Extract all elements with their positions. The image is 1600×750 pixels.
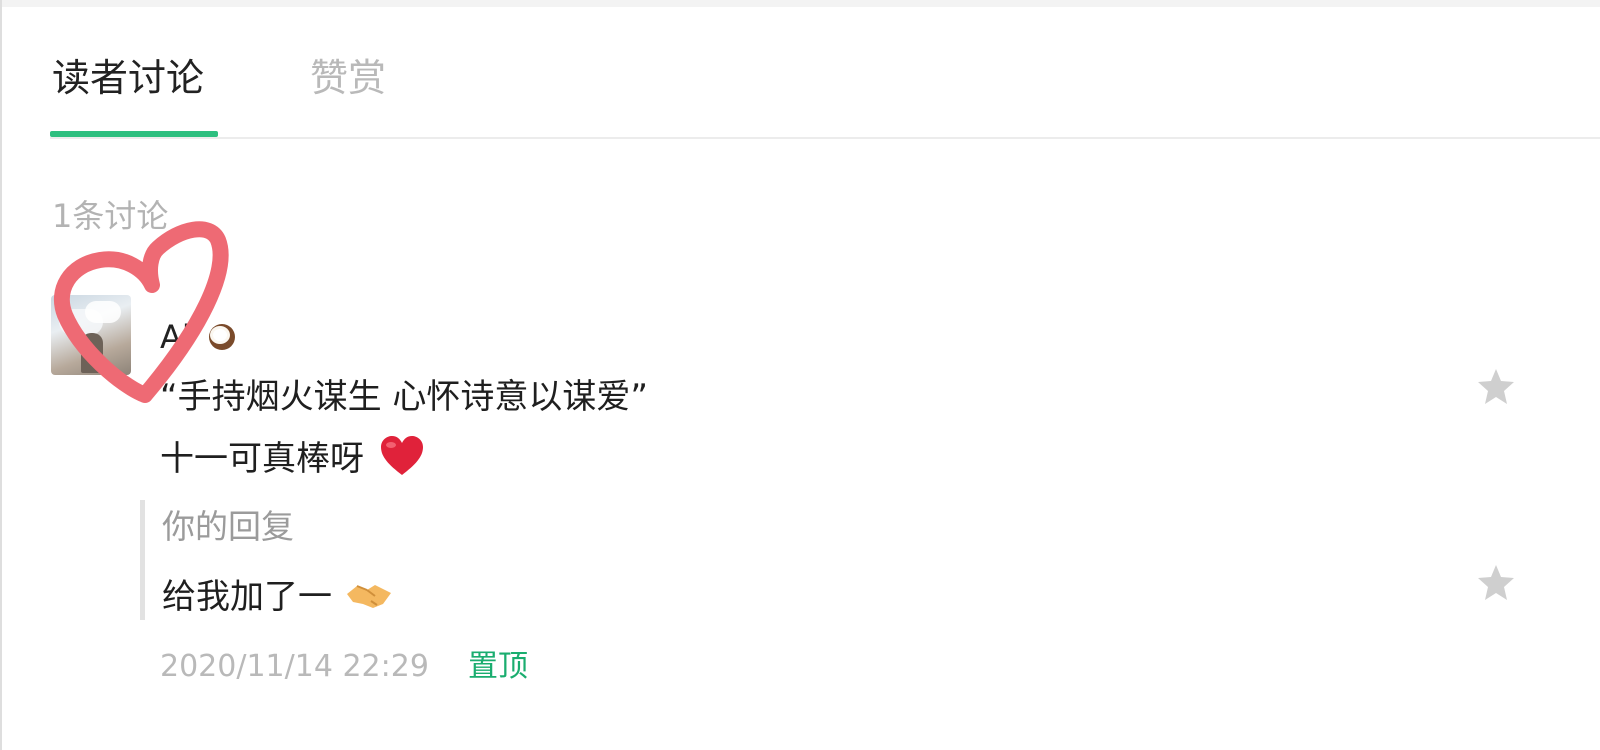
coconut-emoji-icon	[209, 324, 235, 350]
red-heart-emoji-icon	[380, 436, 423, 475]
discussion-count: 1条讨论	[52, 197, 169, 235]
tab-appreciation[interactable]: 赞赏	[310, 50, 386, 106]
avatar[interactable]	[51, 295, 131, 375]
reply-label: 你的回复	[162, 507, 294, 546]
tabs-divider	[50, 137, 1600, 139]
tab-reader-discussion[interactable]: 读者讨论	[52, 50, 204, 106]
star-icon[interactable]	[1476, 367, 1516, 407]
comment-text-line1: “手持烟火谋生 心怀诗意以谋爱”	[160, 377, 649, 417]
top-strip	[0, 0, 1600, 7]
comment-text-line2-label: 十一可真棒呀	[160, 439, 364, 479]
reply-quote-bar	[140, 500, 145, 620]
comment-timestamp: 2020/11/14 22:29	[160, 649, 429, 684]
comment-text-line2: 十一可真棒呀	[160, 434, 425, 483]
comment-username[interactable]: Al	[160, 315, 191, 359]
discussion-panel: 读者讨论 赞赏 1条讨论 Al “手持烟火谋生 心怀诗意以谋爱” 十一可真棒呀 …	[0, 0, 1600, 750]
avatar-cloud	[85, 301, 121, 323]
star-icon[interactable]	[1476, 563, 1516, 603]
left-border	[0, 0, 2, 750]
pin-button[interactable]: 置顶	[468, 645, 528, 689]
handshake-emoji-icon	[346, 585, 391, 608]
avatar-figure	[81, 333, 103, 373]
reply-text: 给我加了一	[162, 573, 393, 621]
reply-text-label: 给我加了一	[162, 577, 332, 617]
